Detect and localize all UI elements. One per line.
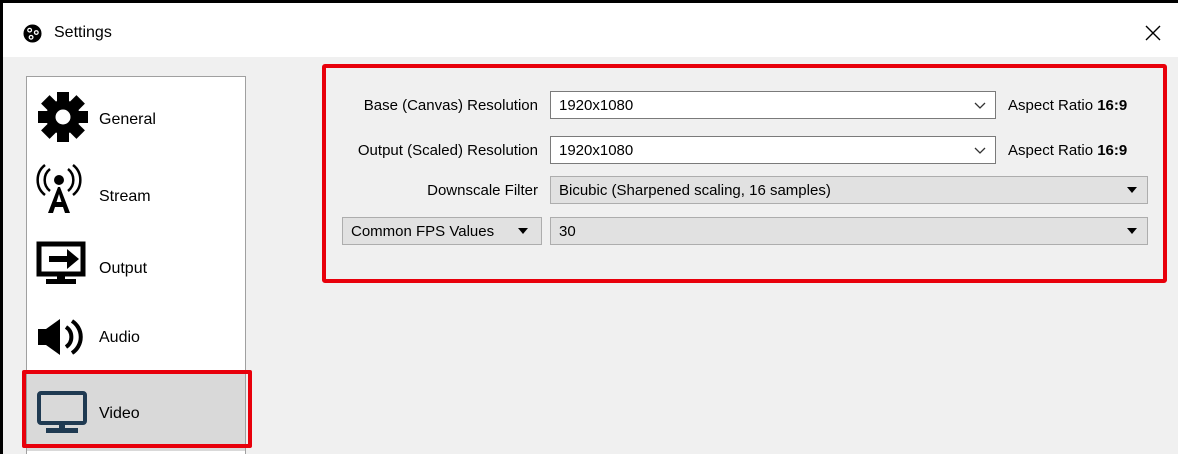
sidebar-item-label: General	[99, 111, 156, 128]
title-bar: Settings	[3, 3, 1178, 57]
broadcast-icon	[36, 164, 82, 213]
video-settings-highlight	[322, 64, 1167, 283]
sidebar-item-output[interactable]: Output	[27, 227, 245, 299]
sidebar-item-general[interactable]: General	[27, 81, 245, 153]
gear-icon	[38, 92, 88, 142]
sidebar-item-audio[interactable]: Audio	[27, 299, 245, 371]
obs-logo-icon	[23, 24, 42, 43]
video-selection-highlight	[22, 370, 252, 448]
sidebar-item-label: Output	[99, 260, 148, 277]
sidebar-item-stream[interactable]: Stream	[27, 155, 245, 227]
speaker-icon	[38, 319, 83, 355]
window-title: Settings	[54, 24, 112, 41]
close-icon	[1145, 25, 1161, 41]
output-monitor-icon	[36, 241, 86, 284]
sidebar-item-label: Audio	[99, 329, 140, 346]
sidebar-item-label: Stream	[99, 188, 151, 205]
close-button[interactable]	[1132, 13, 1178, 53]
